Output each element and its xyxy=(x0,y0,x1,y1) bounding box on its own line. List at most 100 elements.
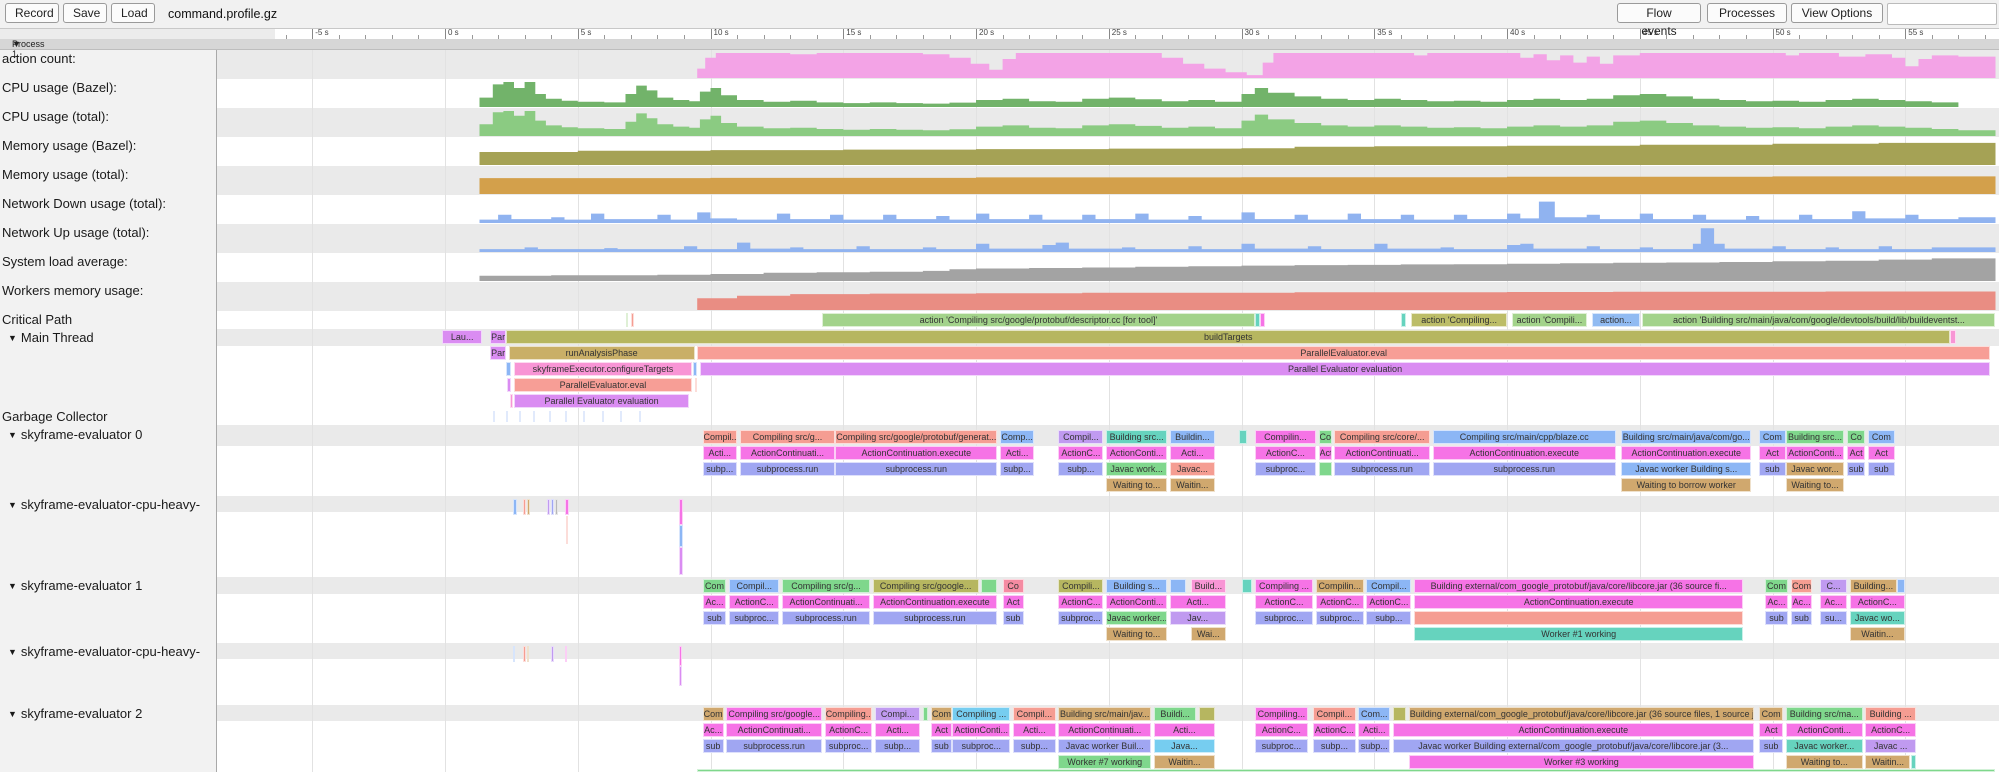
event-bar-garbage-collector[interactable] xyxy=(519,411,521,422)
event-bar-skyframe-evaluator-2[interactable]: Building src/ma... xyxy=(1786,707,1863,721)
counter-chart-cpu-usage-total-[interactable] xyxy=(0,110,1999,136)
event-bar-skyframe-evaluator-1[interactable]: Building external/com_google_protobuf/ja… xyxy=(1414,579,1743,593)
event-bar-skyframe-evaluator-1[interactable]: ActionC... xyxy=(1850,595,1906,609)
event-bar-skyframe-evaluator-1[interactable]: ActionContinuation.execute xyxy=(873,595,998,609)
event-bar-skyframe-evaluator-0[interactable]: Compiling src/g... xyxy=(740,430,836,444)
event-bar-skyframe-evaluator-2[interactable]: Acti... xyxy=(1358,723,1390,737)
event-bar-skyframe-evaluator-2[interactable]: Compiling ... xyxy=(952,707,1010,721)
event-bar-skyframe-evaluator-0[interactable]: ActionC... xyxy=(1058,446,1103,460)
event-bar-garbage-collector[interactable] xyxy=(583,411,585,422)
event-bar-skyframe-evaluator-2[interactable]: ActionContinuati... xyxy=(726,723,822,737)
event-bar-skyframe-evaluator-1[interactable]: Compilin... xyxy=(1316,579,1364,593)
event-bar-skyframe-evaluator-1[interactable]: C... xyxy=(1820,579,1847,593)
event-bar-skyframe-evaluator-2[interactable]: subproc... xyxy=(1255,739,1308,753)
event-bar-skyframe-evaluator-0[interactable]: Co xyxy=(1319,430,1332,444)
event-bar-skyframe-evaluator-2[interactable]: Acti... xyxy=(875,723,920,737)
event-bar-skyframe-evaluator-1[interactable]: ActionC... xyxy=(1366,595,1411,609)
event-bar-skyframe-evaluator-2[interactable]: Compil... xyxy=(1313,707,1356,721)
event-bar-skyframe-evaluator-2[interactable]: sub xyxy=(703,739,724,753)
event-bar-skyframe-evaluator-0[interactable]: Compiling src/main/cpp/blaze.cc xyxy=(1433,430,1616,444)
event-bar-skyframe-evaluator-2[interactable]: Com xyxy=(931,707,952,721)
event-bar-garbage-collector[interactable] xyxy=(533,411,535,422)
counter-chart-network-up-usage-total-[interactable] xyxy=(0,226,1999,252)
event-bar-skyframe-evaluator-0[interactable]: Waiting to... xyxy=(1786,478,1844,492)
event-bar-skyframe-evaluator-2[interactable]: Waiting to... xyxy=(1786,755,1863,769)
event-bar-skyframe-evaluator-1[interactable]: ActionC... xyxy=(1316,595,1364,609)
event-bar-skyframe-evaluator-1[interactable] xyxy=(1242,579,1253,593)
event-bar-skyframe-evaluator-1[interactable]: subproc... xyxy=(1255,611,1313,625)
event-bar-skyframe-evaluator-cpu-heavy-0[interactable] xyxy=(679,499,683,525)
event-bar-skyframe-evaluator-1[interactable] xyxy=(981,579,997,593)
event-bar-skyframe-evaluator-0[interactable]: subprocess.run xyxy=(1334,462,1430,476)
event-bar-skyframe-evaluator-1[interactable]: ActionC... xyxy=(1255,595,1313,609)
event-bar-skyframe-evaluator-0[interactable]: subp... xyxy=(1058,462,1103,476)
event-bar-skyframe-evaluator-1[interactable]: Ac... xyxy=(1765,595,1789,609)
event-bar-skyframe-evaluator-0[interactable]: Building src... xyxy=(1106,430,1167,444)
event-bar-skyframe-evaluator-2[interactable] xyxy=(1393,707,1406,721)
event-bar-critical-path[interactable] xyxy=(1260,313,1265,327)
event-bar-skyframe-evaluator-1[interactable]: subprocess.run xyxy=(782,611,870,625)
event-bar-garbage-collector[interactable] xyxy=(493,411,495,422)
event-bar-skyframe-evaluator-2[interactable]: Com... xyxy=(1358,707,1390,721)
event-bar-skyframe-evaluator-1[interactable]: Javac wo... xyxy=(1850,611,1906,625)
event-bar-skyframe-evaluator-2[interactable]: subp... xyxy=(1358,739,1390,753)
event-bar-skyframe-evaluator-1[interactable]: Worker #1 working xyxy=(1414,627,1743,641)
event-bar-skyframe-evaluator-0[interactable]: Javac... xyxy=(1170,462,1215,476)
event-bar-skyframe-evaluator-2[interactable]: Building src/main/jav... xyxy=(1058,707,1151,721)
event-bar-skyframe-evaluator-cpu-heavy-1[interactable] xyxy=(679,646,682,666)
event-bar-skyframe-evaluator-2[interactable]: Acti... xyxy=(1154,723,1215,737)
event-bar-skyframe-evaluator-0[interactable]: Compil... xyxy=(703,430,738,444)
collapse-arrow-icon[interactable]: ▼ xyxy=(8,647,17,657)
event-bar-skyframe-evaluator-1[interactable]: subproc... xyxy=(1316,611,1364,625)
event-bar-skyframe-evaluator-0[interactable]: Buildin... xyxy=(1170,430,1215,444)
event-bar-skyframe-evaluator-2[interactable]: Act xyxy=(931,723,952,737)
event-bar-skyframe-evaluator-2[interactable] xyxy=(1199,707,1215,721)
event-bar-skyframe-evaluator-2[interactable]: Compiling... xyxy=(825,707,873,721)
event-bar-main-thread[interactable]: Lau... xyxy=(442,330,482,344)
event-bar-skyframe-evaluator-1[interactable]: Building... xyxy=(1850,579,1898,593)
event-bar-skyframe-evaluator-2[interactable]: Javac ... xyxy=(1865,739,1915,753)
event-bar-skyframe-evaluator-0[interactable]: sub xyxy=(1759,462,1786,476)
event-bar-skyframe-evaluator-0[interactable]: Compiling src/google/protobuf/generat... xyxy=(835,430,997,444)
event-bar-skyframe-evaluator-0[interactable]: Com xyxy=(1759,430,1786,444)
event-bar-skyframe-evaluator-1[interactable]: subproc... xyxy=(729,611,779,625)
event-bar-skyframe-evaluator-2[interactable]: Acti... xyxy=(1013,723,1056,737)
event-bar-skyframe-evaluator-0[interactable]: Building src... xyxy=(1786,430,1844,444)
event-bar-skyframe-evaluator-0[interactable]: Act xyxy=(1319,446,1332,460)
collapse-arrow-icon[interactable]: ▼ xyxy=(8,709,17,719)
event-bar-skyframe-evaluator-1[interactable]: su... xyxy=(1820,611,1847,625)
collapse-arrow-icon[interactable]: ▼ xyxy=(8,581,17,591)
event-bar-skyframe-evaluator-1[interactable] xyxy=(1414,611,1743,625)
event-bar-main-thread[interactable] xyxy=(693,362,697,376)
event-bar-skyframe-evaluator-cpu-heavy-0[interactable] xyxy=(527,499,530,515)
event-bar-skyframe-evaluator-1[interactable]: Building s... xyxy=(1106,579,1167,593)
counter-chart-action-count[interactable] xyxy=(0,52,1999,78)
event-bar-critical-path[interactable]: action... xyxy=(1592,313,1640,327)
counter-chart-cpu-usage-bazel-[interactable] xyxy=(0,81,1999,107)
event-bar-skyframe-evaluator-2[interactable]: sub xyxy=(1759,739,1783,753)
event-bar-skyframe-evaluator-0[interactable]: ActionConti... xyxy=(1106,446,1167,460)
event-bar-skyframe-evaluator-2[interactable]: ActionC... xyxy=(1865,723,1915,737)
event-bar-skyframe-evaluator-2[interactable]: sub xyxy=(931,739,952,753)
counter-chart-system-load-average[interactable] xyxy=(0,255,1999,281)
event-bar-skyframe-evaluator-2[interactable]: Buildi... xyxy=(1154,707,1197,721)
event-bar-skyframe-evaluator-2[interactable]: Waitin... xyxy=(1865,755,1910,769)
event-bar-skyframe-evaluator-1[interactable]: Ac... xyxy=(703,595,727,609)
event-bar-skyframe-evaluator-1[interactable]: sub xyxy=(1791,611,1812,625)
event-bar-skyframe-evaluator-2[interactable]: Javac worker... xyxy=(1786,739,1863,753)
event-bar-main-thread[interactable]: runAnalysisPhase xyxy=(509,346,695,360)
event-bar-garbage-collector[interactable] xyxy=(639,411,641,422)
event-bar-skyframe-evaluator-1[interactable]: Co xyxy=(1003,579,1024,593)
event-bar-skyframe-evaluator-2[interactable]: Worker #3 working xyxy=(1409,755,1754,769)
event-bar-skyframe-evaluator-1[interactable]: Jav... xyxy=(1170,611,1226,625)
event-bar-skyframe-evaluator-2[interactable]: Ac... xyxy=(703,723,724,737)
event-bar-skyframe-evaluator-0[interactable]: ActionContinuation.execute xyxy=(835,446,997,460)
event-bar-skyframe-evaluator-0[interactable]: subprocess.run xyxy=(835,462,997,476)
event-bar-skyframe-evaluator-1[interactable]: Act xyxy=(1003,595,1024,609)
event-bar-skyframe-evaluator-2[interactable]: subp... xyxy=(1013,739,1056,753)
event-bar-skyframe-evaluator-0[interactable]: Acti... xyxy=(1170,446,1215,460)
load-button[interactable]: Load xyxy=(111,3,155,23)
event-bar-skyframe-evaluator-0[interactable]: Com xyxy=(1868,430,1895,444)
event-bar-skyframe-evaluator-2[interactable]: Waitin... xyxy=(1154,755,1215,769)
event-bar-skyframe-evaluator-cpu-heavy-1[interactable] xyxy=(513,646,516,662)
